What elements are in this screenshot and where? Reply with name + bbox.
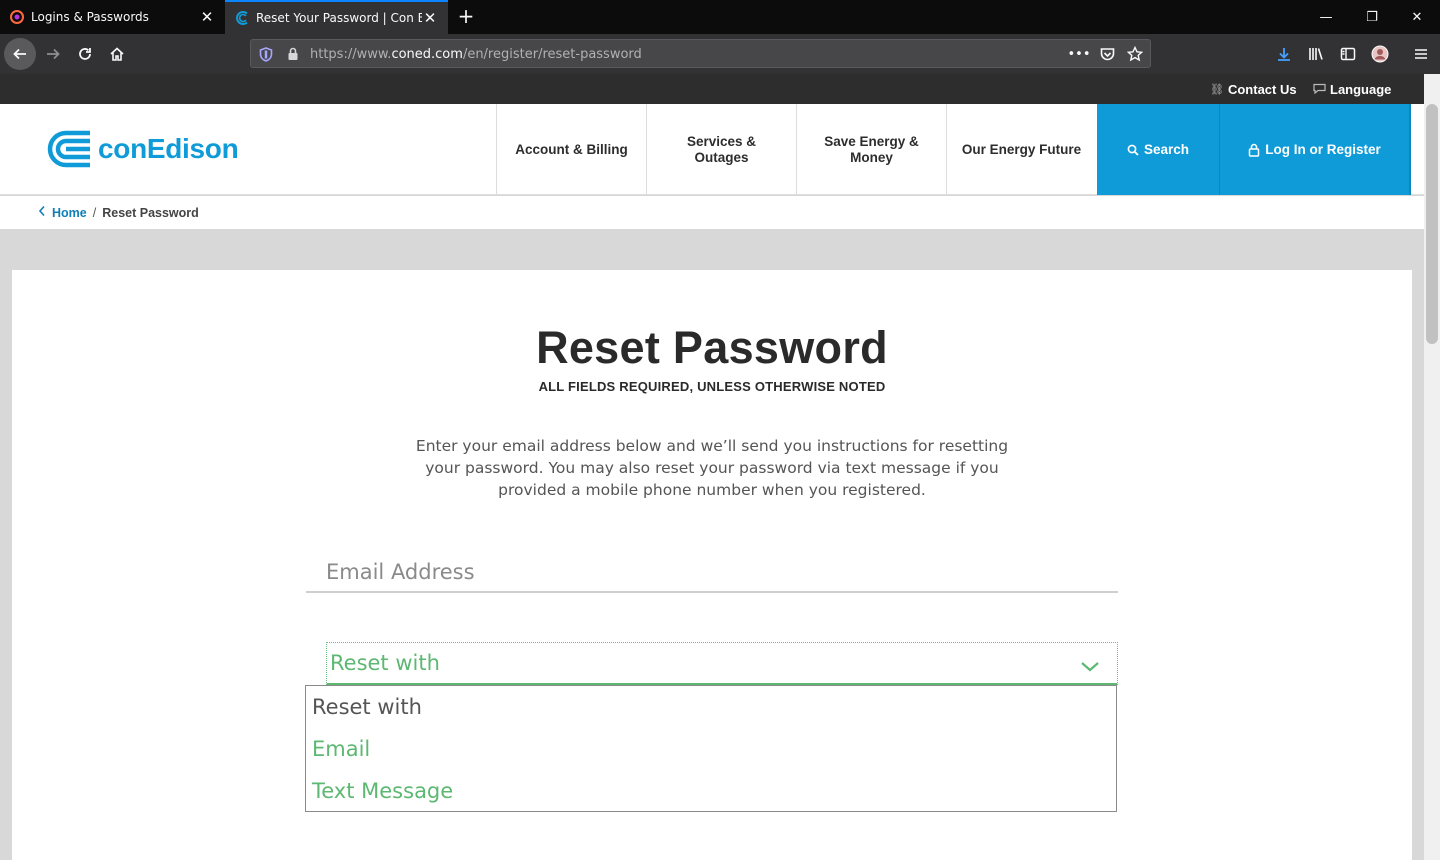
- coned-logo[interactable]: conEdison: [46, 129, 239, 169]
- language-link[interactable]: Language: [1313, 82, 1391, 97]
- lockwise-icon: [10, 10, 24, 24]
- search-label: Search: [1143, 142, 1190, 157]
- forward-button[interactable]: [37, 38, 69, 70]
- reset-password-card: Reset Password ALL FIELDS REQUIRED, UNLE…: [12, 270, 1412, 860]
- reset-method-selected-value: Reset with: [330, 651, 440, 675]
- hamburger-menu-icon: [1415, 49, 1427, 59]
- downloads-button[interactable]: [1268, 38, 1300, 70]
- page-title: Reset Password: [536, 322, 888, 373]
- nav-account-billing[interactable]: Account & Billing: [496, 104, 646, 195]
- language-label: Language: [1330, 82, 1392, 97]
- contact-us-label: Contact Us: [1227, 82, 1297, 97]
- sidebar-icon: [1340, 47, 1356, 61]
- breadcrumb: Home / Reset Password: [0, 196, 1424, 229]
- browser-toolbar: https://www.coned.com/en/register/reset-…: [0, 34, 1440, 74]
- tracking-protection-shield-icon[interactable]: [258, 46, 274, 62]
- option-reset-with[interactable]: Reset with: [312, 695, 422, 719]
- reset-method-dropdown-list: Reset with Email Text Message: [305, 685, 1117, 812]
- download-arrow-icon: [1278, 48, 1290, 61]
- reload-icon: [79, 48, 91, 60]
- login-register-label: Log In or Register: [1265, 142, 1381, 157]
- tab-title: Reset Your Password | Con Edis: [256, 11, 422, 25]
- sidebar-toggle-button[interactable]: [1332, 38, 1364, 70]
- library-button[interactable]: [1300, 38, 1332, 70]
- option-text-message[interactable]: Text Message: [312, 779, 453, 803]
- option-email[interactable]: Email: [312, 737, 370, 761]
- home-button[interactable]: [101, 38, 133, 70]
- utility-bar: ⛓ Contact Us Language: [0, 74, 1424, 104]
- lock-icon: [1248, 143, 1260, 157]
- contact-us-link[interactable]: ⛓ Contact Us: [1210, 82, 1297, 97]
- tab-title: Logins & Passwords: [31, 10, 149, 24]
- breadcrumb-current: Reset Password: [102, 205, 199, 220]
- library-icon: [1309, 48, 1323, 60]
- brand-name: conEdison: [98, 133, 239, 164]
- restore-button[interactable]: ❐: [1349, 0, 1395, 34]
- breadcrumb-home-link[interactable]: Home: [52, 206, 87, 220]
- login-register-button[interactable]: Log In or Register: [1219, 104, 1411, 195]
- required-fields-note: ALL FIELDS REQUIRED, UNLESS OTHERWISE NO…: [538, 379, 886, 394]
- home-icon: [110, 47, 124, 61]
- nav-save-energy-money[interactable]: Save Energy & Money: [796, 104, 946, 195]
- arrow-left-icon: [13, 48, 26, 60]
- search-icon: [1127, 144, 1139, 156]
- coned-logo-mark-icon: [47, 130, 90, 168]
- tab-reset-password[interactable]: Reset Your Password | Con Edis ✕: [225, 0, 448, 34]
- site-header: conEdison Account & Billing Services & O…: [0, 104, 1424, 195]
- close-tab-icon[interactable]: ✕: [199, 8, 215, 26]
- padlock-icon[interactable]: [285, 46, 301, 62]
- page-scrollbar-thumb[interactable]: [1426, 104, 1438, 344]
- link-icon: ⛓: [1210, 84, 1224, 96]
- nav-our-energy-future[interactable]: Our Energy Future: [946, 104, 1096, 195]
- coned-favicon-icon: [235, 11, 249, 25]
- avatar-icon: [1371, 45, 1389, 63]
- bookmark-star-icon[interactable]: [1127, 46, 1143, 62]
- minimize-button[interactable]: —: [1303, 0, 1349, 34]
- pocket-icon[interactable]: [1099, 46, 1115, 62]
- back-button[interactable]: [4, 38, 36, 70]
- arrow-right-icon: [47, 48, 60, 60]
- email-address-input[interactable]: [306, 553, 1118, 593]
- app-menu-button[interactable]: [1405, 38, 1437, 70]
- url-text: https://www.coned.com/en/register/reset-…: [310, 47, 642, 62]
- close-tab-icon[interactable]: ✕: [422, 9, 438, 27]
- reload-button[interactable]: [69, 38, 101, 70]
- instructions-text: Enter your email address below and we’ll…: [415, 437, 1009, 499]
- chevron-left-icon: [38, 205, 46, 220]
- account-button[interactable]: [1364, 38, 1396, 70]
- speech-bubble-icon: [1313, 83, 1326, 97]
- tab-logins-passwords[interactable]: Logins & Passwords ✕: [0, 0, 225, 34]
- new-tab-button[interactable]: +: [455, 5, 477, 27]
- browser-tab-bar: Logins & Passwords ✕ Reset Your Password…: [0, 0, 1440, 34]
- close-window-button[interactable]: ✕: [1394, 0, 1440, 34]
- url-bar[interactable]: https://www.coned.com/en/register/reset-…: [250, 39, 1151, 68]
- breadcrumb-separator: /: [92, 205, 97, 220]
- page-actions-ellipsis-icon[interactable]: •••: [1068, 46, 1091, 62]
- chevron-down-icon: [1080, 658, 1100, 677]
- search-button[interactable]: Search: [1097, 104, 1219, 195]
- nav-services-outages[interactable]: Services & Outages: [646, 104, 796, 195]
- reset-method-select[interactable]: Reset with: [326, 642, 1118, 685]
